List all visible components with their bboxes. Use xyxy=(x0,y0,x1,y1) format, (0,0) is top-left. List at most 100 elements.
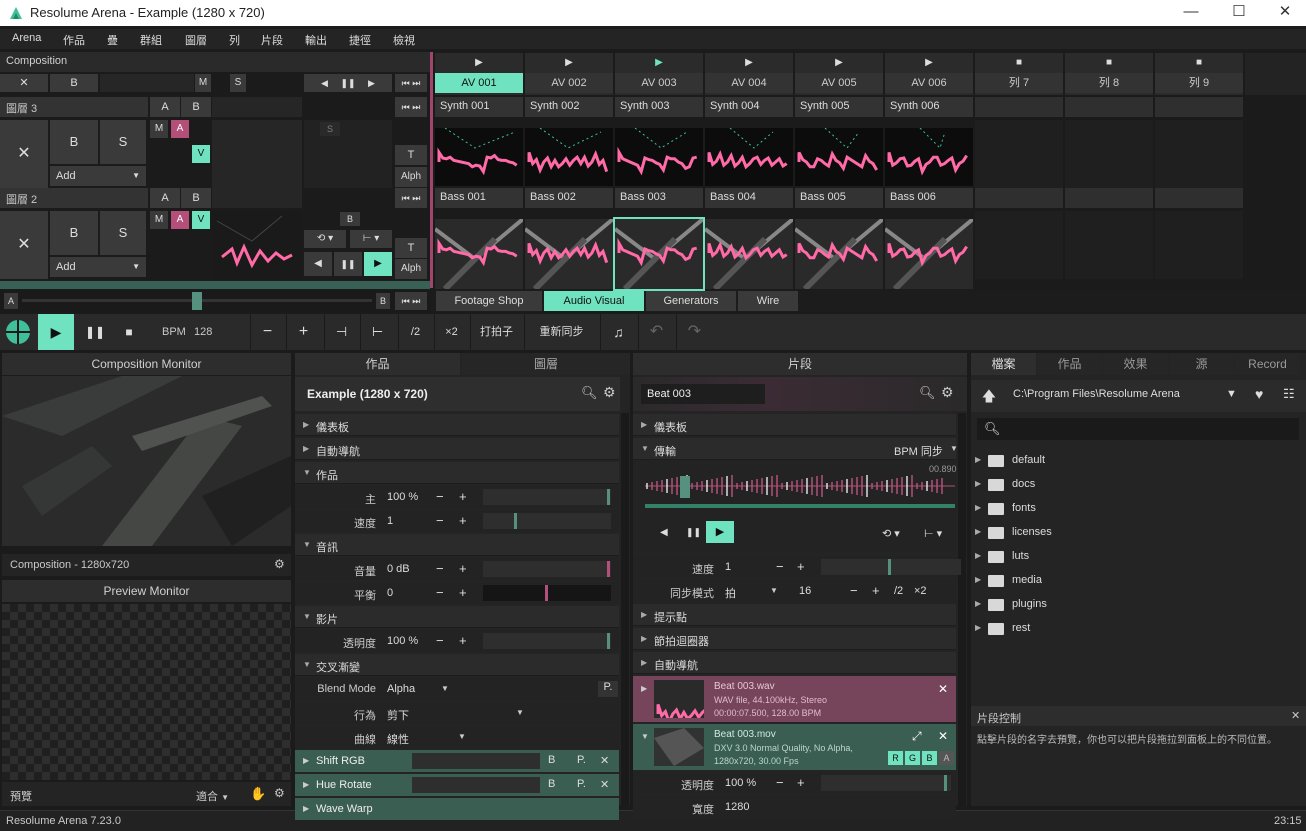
empty-clip-slot[interactable] xyxy=(1155,211,1243,279)
empty-clip-slot[interactable] xyxy=(1155,188,1243,208)
comp-solo-button[interactable]: S xyxy=(230,74,246,92)
comp-tab[interactable]: 作品 xyxy=(295,353,460,375)
column-play-button[interactable]: ▶ xyxy=(705,53,793,73)
increment-button[interactable]: + xyxy=(459,561,467,576)
comp-row-slider-handle[interactable] xyxy=(545,585,548,601)
redo-icon[interactable]: ↷ xyxy=(676,314,712,350)
column-name[interactable]: AV 006 xyxy=(885,73,973,93)
chevron-down-icon[interactable]: ▼ xyxy=(441,684,449,693)
nudge-back-button[interactable]: ⊣ xyxy=(324,314,358,350)
transport-mode-dropdown[interactable]: BPM 同步 xyxy=(894,443,943,459)
empty-clip-slot[interactable] xyxy=(1065,211,1153,279)
clip-gear-icon[interactable]: ⚙ xyxy=(941,384,954,401)
clip-direction-dropdown[interactable]: ⊢ ▾ xyxy=(924,527,942,540)
clip-play-button[interactable]: ▶ xyxy=(706,521,734,543)
decrement-button[interactable]: − xyxy=(776,775,784,790)
section-toggle-icon[interactable]: ▶ xyxy=(641,634,647,643)
increment-button[interactable]: + xyxy=(459,585,467,600)
increment-button[interactable]: + xyxy=(872,583,880,598)
minimize-button[interactable]: — xyxy=(1168,0,1214,26)
layer3-solo-button[interactable]: S xyxy=(100,120,146,164)
section-toggle-icon[interactable]: ▼ xyxy=(303,660,311,669)
clip-row-value[interactable]: 拍 xyxy=(725,585,736,601)
column-name[interactable]: AV 001 xyxy=(435,73,523,93)
master-pause-button[interactable]: ❚❚ xyxy=(80,314,110,350)
master-stop-button[interactable]: ■ xyxy=(114,314,144,350)
comp-clear-button[interactable]: ✕ xyxy=(0,74,48,92)
audio-file-remove-button[interactable]: ✕ xyxy=(938,682,948,696)
layer3-video-button[interactable]: V xyxy=(192,145,210,163)
increment-button[interactable]: + xyxy=(797,559,805,574)
layer2-audio-button[interactable]: A xyxy=(171,211,189,229)
layer3-mask-button[interactable]: M xyxy=(150,120,168,138)
preview-gear-icon[interactable]: ⚙ xyxy=(274,786,285,800)
column-play-button[interactable]: ▶ xyxy=(435,53,523,73)
clip-reverse-button[interactable]: ◀ xyxy=(660,527,668,538)
menu-deck[interactable]: 疊 xyxy=(107,32,118,48)
browser-search-input[interactable] xyxy=(977,418,1299,440)
column-play-button[interactable]: ▶ xyxy=(885,53,973,73)
empty-clip-slot[interactable] xyxy=(1065,97,1153,117)
layer3-header[interactable]: 圖層 3 xyxy=(0,97,148,117)
comp-section-audio[interactable] xyxy=(295,534,619,556)
browser-tab[interactable]: 效果 xyxy=(1103,353,1168,375)
layer3-transition-button[interactable]: T xyxy=(395,145,427,165)
column-name[interactable]: AV 003 xyxy=(615,73,703,93)
comp-row-value[interactable]: 100 % xyxy=(387,491,418,503)
clip-name-label[interactable]: Synth 002 xyxy=(525,97,613,117)
increment-button[interactable]: + xyxy=(797,775,805,790)
layer2-b-button[interactable]: B xyxy=(181,188,211,208)
bpm-increase-button[interactable]: + xyxy=(286,314,320,350)
favorites-heart-icon[interactable]: ♥ xyxy=(1255,386,1263,402)
empty-clip-slot[interactable] xyxy=(975,211,1063,279)
clip-loop-dropdown[interactable]: ⟲ ▾ xyxy=(882,527,900,540)
decrement-button[interactable]: − xyxy=(850,583,858,598)
column-play-button[interactable]: ■ xyxy=(1155,53,1243,73)
clip-thumbnail[interactable] xyxy=(705,219,793,289)
clip-name-label[interactable]: Bass 002 xyxy=(525,188,613,208)
beats-half-button[interactable]: /2 xyxy=(894,585,903,597)
browser-search-icon[interactable]: 🔍︎ xyxy=(984,421,1001,437)
resync-button[interactable]: 重新同步 xyxy=(524,314,598,350)
clip-thumbnail[interactable] xyxy=(795,128,883,186)
layer2-loop-dropdown[interactable]: ⟲ ▾ xyxy=(304,230,346,248)
layer2-alpha-button[interactable]: Alph xyxy=(395,259,427,279)
empty-clip-slot[interactable] xyxy=(975,97,1063,117)
empty-clip-slot[interactable] xyxy=(975,188,1063,208)
clip-waveform[interactable] xyxy=(645,473,955,499)
clip-thumbnail[interactable] xyxy=(435,219,523,289)
folder-expand-icon[interactable]: ▶ xyxy=(975,479,981,488)
comp-row-slider[interactable] xyxy=(483,489,611,505)
section-toggle-icon[interactable]: ▶ xyxy=(641,658,647,667)
section-toggle-icon[interactable]: ▶ xyxy=(641,610,647,619)
metronome-icon[interactable]: ♫ xyxy=(600,314,636,350)
comp-monitor-gear-icon[interactable]: ⚙ xyxy=(274,557,285,571)
comp-row-slider-handle[interactable] xyxy=(607,633,610,649)
deck-wire[interactable]: Wire xyxy=(738,291,798,311)
folder-name[interactable]: media xyxy=(1012,574,1042,586)
deck-audio-visual[interactable]: Audio Visual xyxy=(544,291,644,311)
chevron-down-icon[interactable]: ▼ xyxy=(458,732,466,741)
layer2-video-button[interactable]: V xyxy=(192,211,210,229)
bpm-value[interactable]: 128 xyxy=(194,326,212,338)
folder-expand-icon[interactable]: ▶ xyxy=(975,623,981,632)
empty-clip-slot[interactable] xyxy=(1065,120,1153,188)
layer2-header[interactable]: 圖層 2 xyxy=(0,188,148,208)
column-name[interactable]: 列 7 xyxy=(975,73,1063,93)
comp-row-slider-handle[interactable] xyxy=(514,513,517,529)
preview-fit-dropdown[interactable]: 適合 ▼ xyxy=(196,788,229,804)
hand-icon[interactable]: ✋ xyxy=(250,786,266,802)
folder-expand-icon[interactable]: ▶ xyxy=(975,503,981,512)
comp-search-icon[interactable]: 🔍︎ xyxy=(581,385,598,401)
clip-help-close-button[interactable]: ✕ xyxy=(1291,709,1300,722)
clip-name-label[interactable]: Bass 003 xyxy=(615,188,703,208)
layer3-add-dropdown[interactable]: Add ▼ xyxy=(50,166,146,186)
layer2-reverse-button[interactable]: ◀ xyxy=(304,252,332,276)
comp-row-value[interactable]: 1 xyxy=(387,515,393,527)
effect-remove-button[interactable]: ✕ xyxy=(600,754,609,767)
section-toggle-icon[interactable]: ▶ xyxy=(641,684,647,693)
menu-composition[interactable]: 作品 xyxy=(63,32,85,48)
crossfader-skip[interactable]: ⏮ ⏭ xyxy=(395,292,427,310)
effect-toggle-icon[interactable]: ▶ xyxy=(303,780,309,789)
effect-toggle-icon[interactable]: ▶ xyxy=(303,756,309,765)
